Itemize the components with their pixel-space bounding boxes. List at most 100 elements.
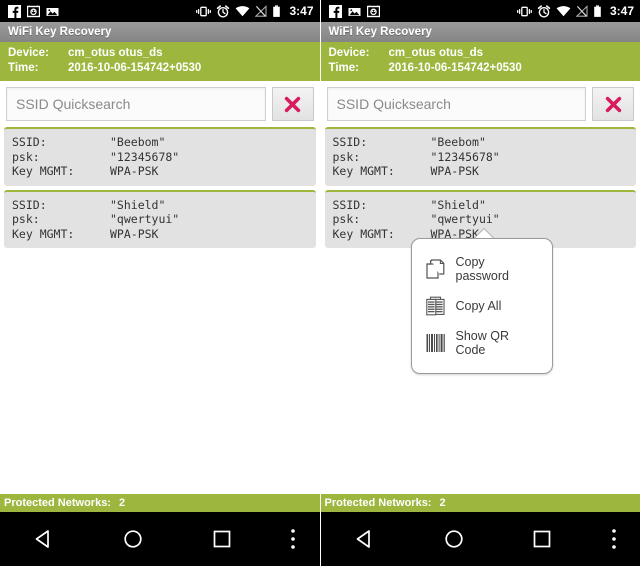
signal-icon [255, 4, 268, 17]
gallery-icon [46, 7, 59, 16]
menu-item-show-qr-code[interactable]: Show QR Code [412, 323, 552, 363]
home-circle-icon [444, 530, 463, 548]
protected-networks-bar: Protected Networks: 2 [0, 494, 320, 512]
vibrate-icon [196, 6, 212, 16]
ssid-value: "Shield" [430, 197, 486, 212]
barcode-icon [426, 332, 446, 354]
back-triangle-icon [356, 530, 370, 548]
network-card[interactable]: SSID: "Shield" psk: "qwertyui" Key MGMT:… [4, 189, 316, 248]
psk-value: "12345678" [430, 149, 500, 164]
psk-row: psk: "qwertyui" [12, 212, 316, 227]
psk-row: psk: "qwertyui" [333, 212, 637, 227]
time-label: Time: [328, 62, 359, 74]
close-x-icon [605, 96, 621, 112]
nav-back-button[interactable] [0, 528, 89, 550]
app-title: WiFi Key Recovery [8, 26, 112, 38]
clear-search-button[interactable] [592, 87, 634, 121]
phone-screen-right: 3:47 WiFi Key Recovery Device: cm_otus o… [319, 0, 640, 566]
menu-item-label: Copy All [455, 299, 502, 313]
recents-square-icon [533, 530, 551, 548]
psk-value: "qwertyui" [430, 212, 500, 226]
status-bar-clock: 3:47 [609, 4, 634, 18]
nav-recents-button[interactable] [498, 528, 587, 550]
nav-home-button[interactable] [89, 528, 178, 550]
nav-home-button[interactable] [409, 528, 498, 550]
psk-label: psk: [12, 149, 40, 164]
psk-label: psk: [12, 212, 40, 226]
close-x-icon [284, 96, 301, 112]
protected-networks-label: Protected Networks: [4, 497, 111, 509]
facebook-icon [328, 4, 342, 18]
nav-back-button[interactable] [321, 528, 410, 550]
app-title-bar: WiFi Key Recovery [0, 22, 320, 42]
protected-networks-label: Protected Networks: [324, 497, 432, 509]
overflow-dots-icon [611, 529, 616, 549]
psk-label: psk: [332, 212, 361, 226]
keymgmt-value: WPA-PSK [110, 226, 159, 241]
search-row: SSID Quicksearch [0, 81, 320, 127]
camera-icon [366, 4, 380, 17]
status-bar-right-icons: 3:47 [196, 0, 314, 22]
search-input[interactable]: SSID Quicksearch [6, 87, 266, 121]
time-value: 2016-10-06-154742+0530 [68, 62, 202, 74]
psk-row: psk: "12345678" [12, 150, 316, 165]
time-value: 2016-10-06-154742+0530 [388, 62, 522, 74]
network-list: SSID: "Beebom" psk: "12345678" Key MGMT:… [0, 127, 320, 248]
ssid-value: "Beebom" [110, 135, 166, 149]
psk-value: "qwertyui" [110, 212, 180, 226]
signal-icon [575, 4, 588, 17]
copy-all-documents-icon [426, 295, 446, 317]
search-placeholder: SSID Quicksearch [16, 96, 131, 112]
ssid-row: SSID: "Shield" [12, 198, 316, 213]
device-label: Device: [8, 47, 49, 59]
network-card[interactable]: SSID: "Beebom" psk: "12345678" Key MGMT:… [324, 127, 637, 186]
search-input[interactable]: SSID Quicksearch [326, 87, 586, 121]
menu-item-label: Show QR Code [455, 329, 510, 357]
ssid-value: "Beebom" [430, 135, 486, 149]
network-card[interactable]: SSID: "Beebom" psk: "12345678" Key MGMT:… [4, 127, 316, 186]
ssid-label: SSID: [332, 197, 368, 212]
ssid-label: SSID: [12, 197, 47, 212]
camera-icon [27, 4, 40, 17]
home-circle-icon [124, 530, 142, 548]
keymgmt-value: WPA-PSK [430, 164, 479, 178]
psk-row: psk: "12345678" [333, 150, 637, 165]
status-bar: 3:47 [320, 0, 640, 22]
device-info-row: Device: cm_otus otus_ds [8, 46, 320, 61]
status-bar: 3:47 [0, 0, 320, 22]
status-bar-left-icons [8, 4, 196, 18]
recents-square-icon [213, 530, 231, 548]
psk-label: psk: [332, 149, 361, 164]
wifi-icon [556, 5, 571, 16]
device-label: Device: [328, 47, 370, 59]
menu-item-copy-password[interactable]: Copy password [412, 249, 552, 289]
search-placeholder: SSID Quicksearch [336, 96, 451, 112]
nav-recents-button[interactable] [177, 528, 266, 550]
alarm-icon [537, 4, 551, 18]
keymgmt-row: Key MGMT: WPA-PSK [12, 227, 316, 242]
keymgmt-label: Key MGMT: [332, 164, 395, 178]
clear-search-button[interactable] [271, 87, 314, 121]
ssid-row: SSID: "Beebom" [333, 135, 637, 150]
keymgmt-value: WPA-PSK [110, 164, 159, 178]
time-label: Time: [8, 62, 39, 74]
status-bar-left-icons [328, 4, 517, 18]
app-title-bar: WiFi Key Recovery [320, 22, 640, 42]
ssid-row: SSID: "Beebom" [12, 135, 316, 150]
context-menu-panel: Copy password Copy All Show QR Code [410, 238, 553, 374]
ssid-label: SSID: [332, 135, 368, 149]
menu-item-copy-all[interactable]: Copy All [412, 289, 552, 323]
app-title: WiFi Key Recovery [328, 26, 432, 38]
nav-overflow-button[interactable] [587, 527, 640, 551]
android-nav-bar [0, 512, 320, 566]
menu-item-label: Copy password [455, 255, 510, 283]
time-info-row: Time: 2016-10-06-154742+0530 [329, 61, 640, 76]
nav-overflow-button[interactable] [266, 527, 319, 551]
device-value: cm_otus otus_ds [68, 47, 163, 59]
keymgmt-label: Key MGMT: [12, 164, 75, 178]
ssid-value: "Shield" [110, 197, 166, 212]
device-value: cm_otus otus_ds [388, 47, 484, 59]
keymgmt-row: Key MGMT: WPA-PSK [12, 164, 316, 179]
keymgmt-row: Key MGMT: WPA-PSK [333, 164, 637, 179]
device-info-row: Device: cm_otus otus_ds [329, 46, 640, 61]
